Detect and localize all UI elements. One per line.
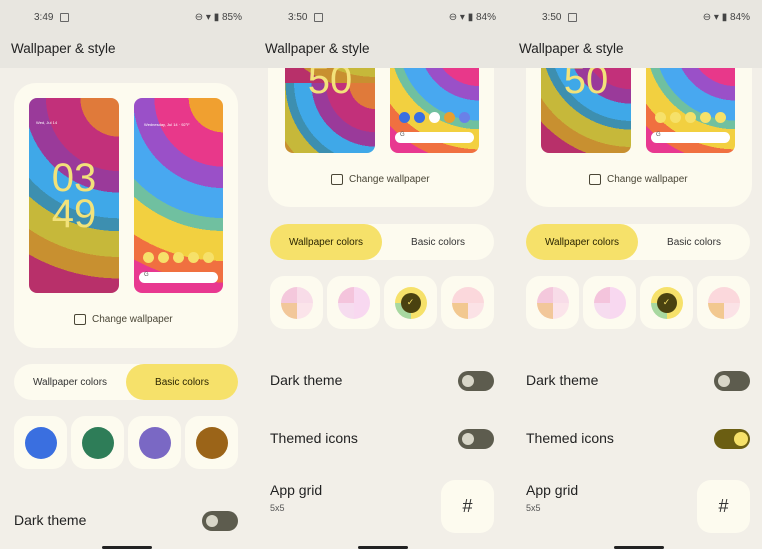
tab-basic-colors[interactable]: Basic colors [382, 224, 494, 260]
grid-icon: # [462, 496, 473, 516]
swatch-3-selected[interactable]: ✓ [640, 276, 693, 329]
top-bar: 3:49 ⊖ ▾ ▮ 85% Wallpaper & style [0, 0, 254, 68]
wallpaper-preview-card: Wed, Jul 14 03 49 Wednesday, Jul 14 · 92°… [14, 83, 238, 348]
battery-level: 84% [729, 12, 750, 23]
themed-icons-toggle[interactable] [458, 429, 494, 449]
search-bar: G [651, 132, 730, 143]
swatch-blue[interactable] [14, 416, 67, 469]
app-dock [134, 252, 223, 263]
color-tabs: Wallpaper colors Basic colors [14, 364, 238, 400]
screen-1: 3:49 ⊖ ▾ ▮ 85% Wallpaper & style Wed, Ju… [0, 0, 254, 549]
battery-level: 84% [475, 12, 496, 23]
search-bar: G [395, 132, 474, 143]
screen-3: 3:50 ⊖ ▾ ▮ 84% Wallpaper & style 50 G Ch… [508, 0, 762, 549]
tab-wallpaper-colors[interactable]: Wallpaper colors [270, 224, 382, 260]
status-time: 3:50 [288, 12, 308, 23]
check-icon: ✓ [400, 292, 421, 313]
app-grid-button[interactable]: # [697, 480, 750, 533]
grid-icon: # [718, 496, 729, 516]
color-swatches [14, 416, 238, 469]
themed-icons-toggle[interactable] [714, 429, 750, 449]
screen-2: 3:50 ⊖ ▾ ▮ 84% Wallpaper & style 50 G Ch… [254, 0, 508, 549]
swatch-3-selected[interactable]: ✓ [384, 276, 437, 329]
page-title: Wallpaper & style [519, 41, 624, 56]
change-wallpaper-button[interactable]: Change wallpaper [589, 174, 688, 185]
page-title: Wallpaper & style [11, 41, 116, 56]
themed-icons-label: Themed icons [526, 430, 614, 446]
dark-theme-label: Dark theme [526, 372, 599, 388]
color-swatches: ✓ [526, 276, 750, 329]
page-title: Wallpaper & style [265, 41, 370, 56]
wallpaper-icon [331, 174, 343, 185]
color-tabs: Wallpaper colors Basic colors [270, 224, 494, 260]
dark-theme-label: Dark theme [14, 512, 87, 528]
wallpaper-icon [74, 314, 86, 325]
dark-theme-label: Dark theme [270, 372, 343, 388]
dnd-wifi-battery-icon: ⊖ ▾ ▮ [702, 12, 728, 23]
dark-theme-toggle[interactable] [714, 371, 750, 391]
dnd-wifi-battery-icon: ⊖ ▾ ▮ [194, 12, 220, 23]
color-swatches: ✓ [270, 276, 494, 329]
dark-theme-toggle[interactable] [202, 511, 238, 531]
home-screen-preview[interactable]: Wednesday, Jul 14 · 92°F G [134, 98, 223, 293]
check-icon: ✓ [656, 292, 677, 313]
tab-wallpaper-colors[interactable]: Wallpaper colors [14, 364, 126, 400]
swatch-4[interactable] [441, 276, 494, 329]
swatch-4[interactable] [697, 276, 750, 329]
screenshot-notification-icon [568, 13, 577, 22]
top-bar: 3:50 ⊖ ▾ ▮ 84% Wallpaper & style [508, 0, 762, 68]
swatch-brown[interactable] [185, 416, 238, 469]
swatch-2[interactable] [327, 276, 380, 329]
lock-clock: 03 49 [51, 156, 97, 236]
lock-screen-preview[interactable]: Wed, Jul 14 03 49 [29, 98, 119, 293]
dark-theme-toggle[interactable] [458, 371, 494, 391]
app-dock [390, 112, 479, 123]
battery-level: 85% [221, 12, 242, 23]
search-bar: G [139, 272, 218, 283]
change-wallpaper-button[interactable]: Change wallpaper [74, 314, 173, 325]
status-time: 3:49 [34, 12, 54, 23]
tab-wallpaper-colors[interactable]: Wallpaper colors [526, 224, 638, 260]
swatch-1[interactable] [270, 276, 323, 329]
app-grid-label: App grid [526, 482, 579, 498]
status-time: 3:50 [542, 12, 562, 23]
screenshot-notification-icon [314, 13, 323, 22]
tab-basic-colors[interactable]: Basic colors [638, 224, 750, 260]
swatch-2[interactable] [583, 276, 636, 329]
color-tabs: Wallpaper colors Basic colors [526, 224, 750, 260]
swatch-1[interactable] [526, 276, 579, 329]
app-dock [646, 112, 735, 123]
tab-basic-colors[interactable]: Basic colors [126, 364, 238, 400]
app-grid-value: 5x5 [526, 503, 541, 513]
top-bar: 3:50 ⊖ ▾ ▮ 84% Wallpaper & style [254, 0, 508, 68]
lock-date: Wed, Jul 14 [36, 120, 58, 125]
app-grid-button[interactable]: # [441, 480, 494, 533]
change-wallpaper-button[interactable]: Change wallpaper [331, 174, 430, 185]
app-grid-value: 5x5 [270, 503, 285, 513]
app-grid-label: App grid [270, 482, 323, 498]
dnd-wifi-battery-icon: ⊖ ▾ ▮ [448, 12, 474, 23]
themed-icons-label: Themed icons [270, 430, 358, 446]
swatch-green[interactable] [71, 416, 124, 469]
wallpaper-icon [589, 174, 601, 185]
swatch-purple[interactable] [128, 416, 181, 469]
home-date: Wednesday, Jul 14 · 92°F [144, 122, 190, 127]
screenshot-notification-icon [60, 13, 69, 22]
